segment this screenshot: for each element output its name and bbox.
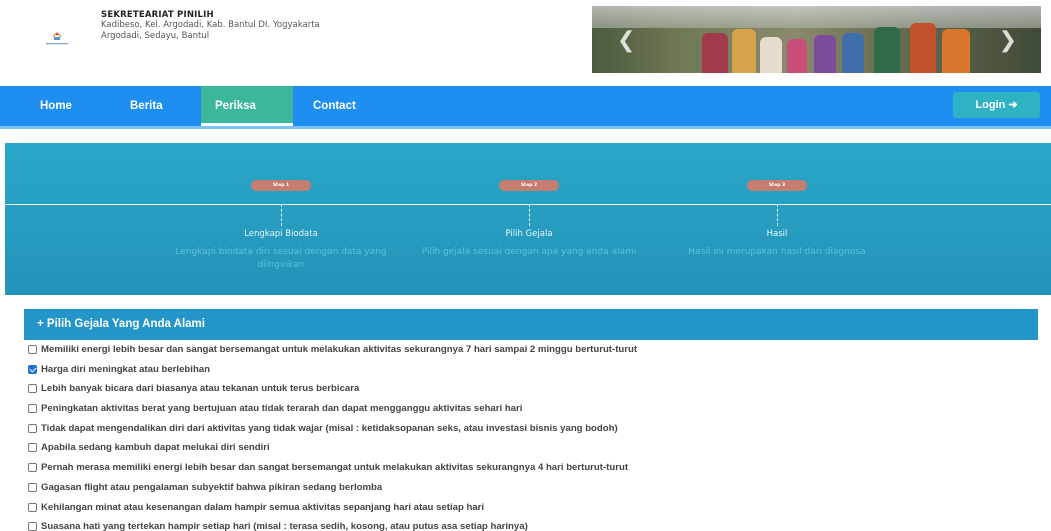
carousel-photo-figure (942, 29, 970, 73)
carousel-photo-figure (760, 37, 782, 73)
symptom-item[interactable]: Memiliki energi lebih besar dan sangat b… (28, 343, 1048, 363)
symptom-checkbox[interactable] (28, 463, 37, 473)
symptom-label: Harga diri meningkat atau berlebihan (41, 363, 210, 375)
symptom-label: Lebih banyak bicara dari biasanya atau t… (41, 383, 360, 395)
symptom-item[interactable]: Apabila sedang kambuh dapat melukai diri… (28, 441, 1048, 461)
chevron-left-icon[interactable]: ❮ (617, 28, 635, 53)
steps-divider (5, 204, 1051, 205)
step-1-desc: Lengkapi biodata diri sesuai dengan data… (175, 247, 387, 270)
symptom-label: Pernah merasa memiliki energi lebih besa… (41, 462, 629, 474)
symptom-label: Apabila sedang kambuh dapat melukai diri… (41, 442, 270, 454)
step-2-connector (529, 204, 530, 226)
symptom-checkbox[interactable] (28, 502, 37, 512)
carousel-photo-figure (732, 29, 756, 73)
carousel-photo-figure (702, 33, 728, 73)
chevron-right-icon[interactable]: ❯ (999, 28, 1017, 53)
symptom-label: Kehilangan minat atau kesenangan dalam h… (41, 501, 485, 513)
symptom-item[interactable]: Gagasan flight atau pengalaman subyektif… (28, 481, 1048, 501)
carousel-photo-figure (842, 33, 864, 73)
symptom-item[interactable]: Peningkatan aktivitas berat yang bertuju… (28, 402, 1048, 422)
symptom-list: Memiliki energi lebih besar dan sangat b… (28, 343, 1048, 531)
symptom-checkbox[interactable] (28, 522, 37, 531)
symptom-checkbox[interactable] (28, 364, 37, 374)
nav-berita[interactable]: Berita (130, 86, 163, 126)
symptom-label: Peningkatan aktivitas berat yang bertuju… (41, 403, 523, 415)
symptom-checkbox[interactable] (28, 345, 37, 354)
step-2-title: Pilih Gejala (505, 229, 553, 239)
carousel-photo-figure (814, 35, 836, 73)
symptom-item[interactable]: Pernah merasa memiliki energi lebih besa… (28, 461, 1048, 481)
symptom-checkbox[interactable] (28, 384, 37, 394)
step-1-title: Lengkapi Biodata (244, 229, 318, 239)
symptom-item[interactable]: Tidak dapat mengendalikan diri dari akti… (28, 422, 1048, 442)
nav-periksa[interactable]: Periksa (201, 86, 293, 126)
org-name: SEKRETEARIAT PINILIH (101, 10, 214, 20)
symptom-item[interactable]: Kehilangan minat atau kesenangan dalam h… (28, 501, 1048, 521)
step-3-connector (777, 204, 778, 226)
nav-home[interactable]: Home (40, 86, 72, 126)
step-3-title: Hasil (766, 229, 788, 239)
login-button[interactable]: Login ➜ (953, 92, 1040, 118)
symptom-label: Suasana hati yang tertekan hampir setiap… (41, 521, 528, 531)
step-3-badge: Step 3 (747, 180, 807, 191)
symptom-checkbox[interactable] (28, 423, 37, 433)
symptom-label: Gagasan flight atau pengalaman subyektif… (41, 481, 383, 493)
symptom-checkbox[interactable] (28, 443, 37, 453)
symptom-panel-header[interactable]: + Pilih Gejala Yang Anda Alami (24, 309, 1038, 340)
symptom-item[interactable]: Harga diri meningkat atau berlebihan (28, 363, 1048, 383)
step-1-badge: Step 1 (251, 180, 311, 191)
site-header: SEKRETEARIAT PINILIH Kadibeso, Kel. Argo… (0, 0, 1051, 82)
image-carousel[interactable]: ❮ ❯ (592, 6, 1041, 73)
logo-icon[interactable] (44, 28, 70, 48)
step-2-desc: Pilih gejala sesuai dengan apa yang anda… (421, 247, 637, 257)
steps-section: Step 1 Lengkapi Biodata Lengkapi biodata… (5, 143, 1051, 295)
main-navbar: Home Berita Periksa Contact (0, 86, 1051, 126)
symptom-checkbox[interactable] (28, 404, 37, 414)
symptom-label: Memiliki energi lebih besar dan sangat b… (41, 344, 638, 355)
step-2-badge: Step 2 (499, 180, 559, 191)
step-3-desc: Hasil ini merupakan hasil dari diagnosa (688, 247, 866, 257)
nav-contact[interactable]: Contact (313, 86, 356, 126)
symptom-item[interactable]: Lebih banyak bicara dari biasanya atau t… (28, 382, 1048, 402)
carousel-photo-figure (910, 23, 936, 73)
symptom-checkbox[interactable] (28, 482, 37, 492)
carousel-photo-figure (874, 27, 900, 73)
org-address-line2: Argodadi, Sedayu, Bantul (101, 31, 210, 41)
symptom-label: Tidak dapat mengendalikan diri dari akti… (41, 422, 618, 434)
step-1-connector (281, 204, 282, 226)
carousel-photo-figure (787, 39, 807, 73)
symptom-item[interactable]: Suasana hati yang tertekan hampir setiap… (28, 520, 1048, 531)
org-address-line1: Kadibeso, Kel. Argodadi, Kab. Bantul DI.… (101, 20, 320, 30)
carousel-photo-sky (592, 6, 1041, 28)
